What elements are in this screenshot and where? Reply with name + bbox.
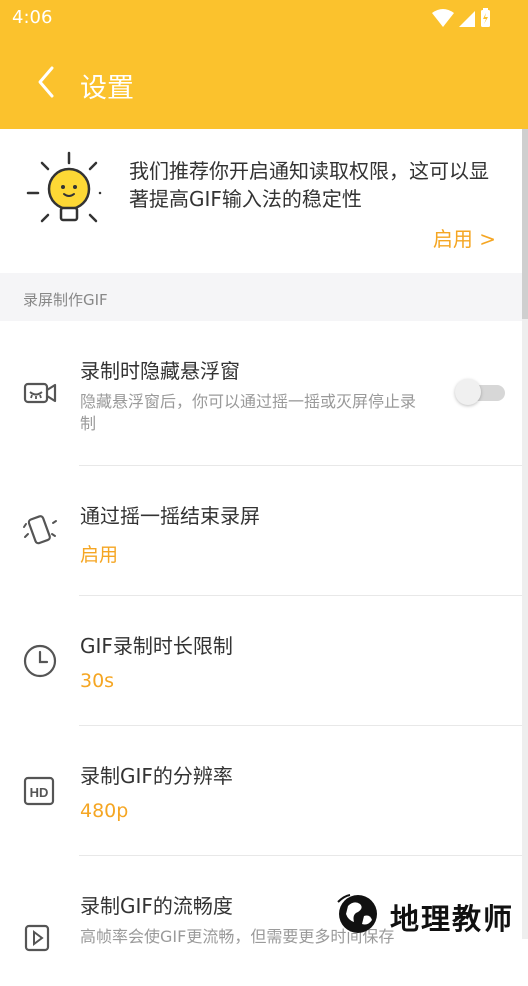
shake-phone-icon — [22, 512, 58, 548]
notification-permission-card: 我们推荐你开启通知读取权限，这可以显著提高GIF输入法的稳定性 启用 > — [0, 129, 522, 273]
setting-title: 录制GIF的流畅度 — [80, 894, 233, 918]
setting-value: 启用 — [80, 544, 119, 566]
section-header: 录屏制作GIF — [0, 273, 522, 321]
setting-duration-limit[interactable]: GIF录制时长限制 30s — [0, 596, 522, 726]
enable-permission-link[interactable]: 启用 > — [433, 223, 496, 252]
hd-icon: HD — [22, 773, 58, 809]
status-icons — [432, 8, 490, 32]
chevron-left-icon — [38, 66, 54, 98]
setting-subtitle: 隐藏悬浮窗后，你可以通过摇一摇或灭屏停止录制 — [80, 392, 417, 433]
status-indicators-icon — [432, 8, 490, 27]
globe-logo-icon — [334, 892, 382, 936]
video-icon — [22, 920, 58, 956]
watermark: 地理教师 — [334, 888, 528, 939]
promo-message: 我们推荐你开启通知读取权限，这可以显著提高GIF输入法的稳定性 — [129, 159, 489, 211]
setting-hide-floating-window[interactable]: 录制时隐藏悬浮窗 隐藏悬浮窗后，你可以通过摇一摇或灭屏停止录制 — [0, 321, 522, 466]
hide-floating-window-toggle[interactable] — [455, 378, 507, 406]
lightbulb-icon — [26, 151, 102, 231]
page-title: 设置 — [80, 73, 134, 104]
watermark-text: 地理教师 — [390, 902, 515, 936]
setting-value: 480p — [80, 800, 129, 822]
setting-value: 30s — [80, 670, 115, 692]
app-bar: 设置 — [0, 36, 528, 129]
setting-resolution[interactable]: HD 录制GIF的分辨率 480p — [0, 726, 522, 856]
wifi-icon — [432, 9, 454, 27]
back-button[interactable] — [30, 62, 66, 102]
setting-title: 录制GIF的分辨率 — [80, 764, 233, 788]
setting-title: 录制时隐藏悬浮窗 — [80, 359, 240, 383]
svg-text:HD: HD — [30, 785, 49, 800]
setting-shake-to-stop[interactable]: 通过摇一摇结束录屏 启用 — [0, 466, 522, 596]
status-time: 4:06 — [12, 7, 53, 28]
clock-icon — [22, 643, 58, 679]
setting-title: 通过摇一摇结束录屏 — [80, 504, 260, 528]
section-title: 录屏制作GIF — [23, 291, 108, 309]
camera-hidden-icon — [22, 375, 58, 411]
setting-title: GIF录制时长限制 — [80, 634, 233, 658]
status-bar: 4:06 — [0, 0, 528, 36]
signal-icon — [459, 11, 475, 27]
scrollbar-thumb[interactable] — [522, 129, 528, 319]
